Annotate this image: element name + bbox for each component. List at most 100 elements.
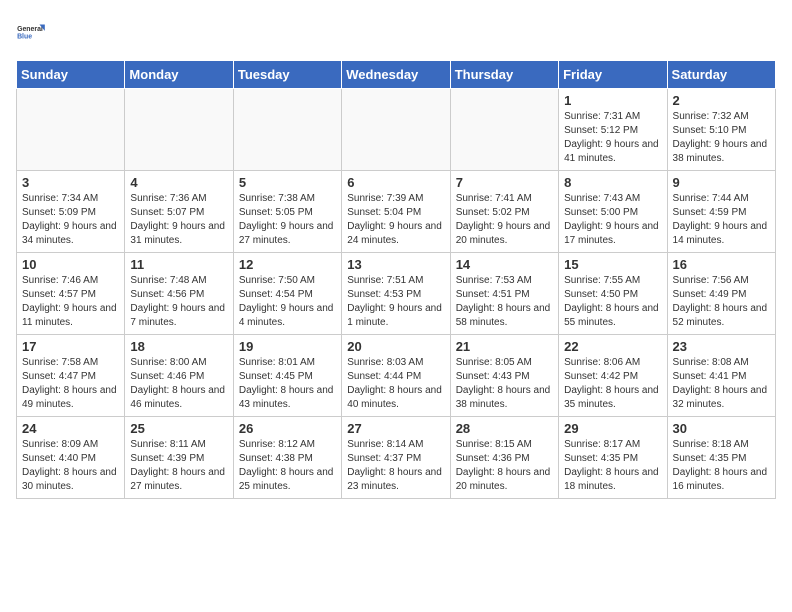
day-info: Sunrise: 7:44 AM Sunset: 4:59 PM Dayligh… bbox=[673, 192, 770, 248]
calendar-cell: 28 Sunrise: 8:15 AM Sunset: 4:36 PM Dayli… bbox=[450, 417, 558, 499]
logo-icon: GeneralBlue bbox=[16, 16, 48, 48]
day-info: Sunrise: 7:53 AM Sunset: 4:51 PM Dayligh… bbox=[456, 274, 553, 330]
day-info: Sunrise: 7:36 AM Sunset: 5:07 PM Dayligh… bbox=[130, 192, 227, 248]
day-number: 28 bbox=[456, 421, 553, 436]
day-info: Sunrise: 7:55 AM Sunset: 4:50 PM Dayligh… bbox=[564, 274, 661, 330]
calendar-cell: 12 Sunrise: 7:50 AM Sunset: 4:54 PM Dayli… bbox=[233, 253, 341, 335]
day-number: 30 bbox=[673, 421, 770, 436]
day-info: Sunrise: 8:15 AM Sunset: 4:36 PM Dayligh… bbox=[456, 438, 553, 494]
day-number: 27 bbox=[347, 421, 444, 436]
day-info: Sunrise: 8:17 AM Sunset: 4:35 PM Dayligh… bbox=[564, 438, 661, 494]
weekday-header-tuesday: Tuesday bbox=[233, 61, 341, 89]
calendar-week-2: 3 Sunrise: 7:34 AM Sunset: 5:09 PM Daylig… bbox=[17, 171, 776, 253]
day-info: Sunrise: 8:08 AM Sunset: 4:41 PM Dayligh… bbox=[673, 356, 770, 412]
calendar-cell: 21Sunrise: 8:05 AM Sunset: 4:43 PM Dayli… bbox=[450, 335, 558, 417]
day-number: 11 bbox=[130, 257, 227, 272]
day-number: 15 bbox=[564, 257, 661, 272]
day-info: Sunrise: 8:11 AM Sunset: 4:39 PM Dayligh… bbox=[130, 438, 227, 494]
calendar-cell: 25 Sunrise: 8:11 AM Sunset: 4:39 PM Dayli… bbox=[125, 417, 233, 499]
calendar-cell: 2 Sunrise: 7:32 AM Sunset: 5:10 PM Daylig… bbox=[667, 89, 775, 171]
weekday-header-wednesday: Wednesday bbox=[342, 61, 450, 89]
calendar-cell: 11 Sunrise: 7:48 AM Sunset: 4:56 PM Dayli… bbox=[125, 253, 233, 335]
calendar-week-5: 24 Sunrise: 8:09 AM Sunset: 4:40 PM Dayli… bbox=[17, 417, 776, 499]
calendar-cell: 6 Sunrise: 7:39 AM Sunset: 5:04 PM Daylig… bbox=[342, 171, 450, 253]
calendar-cell: 23Sunrise: 8:08 AM Sunset: 4:41 PM Dayli… bbox=[667, 335, 775, 417]
calendar-cell: 16 Sunrise: 7:56 AM Sunset: 4:49 PM Dayli… bbox=[667, 253, 775, 335]
day-info: Sunrise: 7:39 AM Sunset: 5:04 PM Dayligh… bbox=[347, 192, 444, 248]
calendar-cell bbox=[450, 89, 558, 171]
day-number: 3 bbox=[22, 175, 119, 190]
day-number: 4 bbox=[130, 175, 227, 190]
header: GeneralBlue bbox=[16, 16, 776, 48]
calendar-cell bbox=[125, 89, 233, 171]
calendar-cell: 26 Sunrise: 8:12 AM Sunset: 4:38 PM Dayli… bbox=[233, 417, 341, 499]
svg-text:General: General bbox=[17, 26, 43, 33]
calendar-cell: 22 Sunrise: 8:06 AM Sunset: 4:42 PM Dayli… bbox=[559, 335, 667, 417]
day-number: 19 bbox=[239, 339, 336, 354]
calendar-cell: 9Sunrise: 7:44 AM Sunset: 4:59 PM Daylig… bbox=[667, 171, 775, 253]
day-info: Sunrise: 7:43 AM Sunset: 5:00 PM Dayligh… bbox=[564, 192, 661, 248]
day-number: 7 bbox=[456, 175, 553, 190]
day-info: Sunrise: 7:32 AM Sunset: 5:10 PM Dayligh… bbox=[673, 110, 770, 166]
day-number: 17 bbox=[22, 339, 119, 354]
calendar-cell: 5 Sunrise: 7:38 AM Sunset: 5:05 PM Daylig… bbox=[233, 171, 341, 253]
calendar-cell: 29 Sunrise: 8:17 AM Sunset: 4:35 PM Dayli… bbox=[559, 417, 667, 499]
weekday-header-saturday: Saturday bbox=[667, 61, 775, 89]
day-info: Sunrise: 8:09 AM Sunset: 4:40 PM Dayligh… bbox=[22, 438, 119, 494]
day-info: Sunrise: 7:31 AM Sunset: 5:12 PM Dayligh… bbox=[564, 110, 661, 166]
calendar-cell: 18Sunrise: 8:00 AM Sunset: 4:46 PM Dayli… bbox=[125, 335, 233, 417]
day-info: Sunrise: 8:12 AM Sunset: 4:38 PM Dayligh… bbox=[239, 438, 336, 494]
day-info: Sunrise: 7:58 AM Sunset: 4:47 PM Dayligh… bbox=[22, 356, 119, 412]
calendar-cell: 3 Sunrise: 7:34 AM Sunset: 5:09 PM Daylig… bbox=[17, 171, 125, 253]
day-number: 20 bbox=[347, 339, 444, 354]
calendar-cell: 19 Sunrise: 8:01 AM Sunset: 4:45 PM Dayli… bbox=[233, 335, 341, 417]
day-info: Sunrise: 8:03 AM Sunset: 4:44 PM Dayligh… bbox=[347, 356, 444, 412]
calendar-cell: 10Sunrise: 7:46 AM Sunset: 4:57 PM Dayli… bbox=[17, 253, 125, 335]
day-info: Sunrise: 7:50 AM Sunset: 4:54 PM Dayligh… bbox=[239, 274, 336, 330]
day-number: 25 bbox=[130, 421, 227, 436]
weekday-header-sunday: Sunday bbox=[17, 61, 125, 89]
day-info: Sunrise: 8:14 AM Sunset: 4:37 PM Dayligh… bbox=[347, 438, 444, 494]
day-number: 2 bbox=[673, 93, 770, 108]
weekday-header-monday: Monday bbox=[125, 61, 233, 89]
day-number: 22 bbox=[564, 339, 661, 354]
day-number: 5 bbox=[239, 175, 336, 190]
day-info: Sunrise: 7:48 AM Sunset: 4:56 PM Dayligh… bbox=[130, 274, 227, 330]
day-info: Sunrise: 7:34 AM Sunset: 5:09 PM Dayligh… bbox=[22, 192, 119, 248]
calendar-week-3: 10Sunrise: 7:46 AM Sunset: 4:57 PM Dayli… bbox=[17, 253, 776, 335]
day-info: Sunrise: 7:41 AM Sunset: 5:02 PM Dayligh… bbox=[456, 192, 553, 248]
calendar-cell: 27 Sunrise: 8:14 AM Sunset: 4:37 PM Dayli… bbox=[342, 417, 450, 499]
day-number: 29 bbox=[564, 421, 661, 436]
day-number: 26 bbox=[239, 421, 336, 436]
day-number: 6 bbox=[347, 175, 444, 190]
day-info: Sunrise: 7:51 AM Sunset: 4:53 PM Dayligh… bbox=[347, 274, 444, 330]
day-info: Sunrise: 7:38 AM Sunset: 5:05 PM Dayligh… bbox=[239, 192, 336, 248]
calendar-cell bbox=[17, 89, 125, 171]
day-number: 12 bbox=[239, 257, 336, 272]
calendar-cell: 4 Sunrise: 7:36 AM Sunset: 5:07 PM Daylig… bbox=[125, 171, 233, 253]
day-number: 21 bbox=[456, 339, 553, 354]
logo: GeneralBlue bbox=[16, 16, 48, 48]
day-number: 13 bbox=[347, 257, 444, 272]
day-info: Sunrise: 8:06 AM Sunset: 4:42 PM Dayligh… bbox=[564, 356, 661, 412]
calendar-cell: 20 Sunrise: 8:03 AM Sunset: 4:44 PM Dayli… bbox=[342, 335, 450, 417]
calendar-cell: 7 Sunrise: 7:41 AM Sunset: 5:02 PM Daylig… bbox=[450, 171, 558, 253]
day-number: 24 bbox=[22, 421, 119, 436]
day-info: Sunrise: 7:56 AM Sunset: 4:49 PM Dayligh… bbox=[673, 274, 770, 330]
calendar-cell: 13 Sunrise: 7:51 AM Sunset: 4:53 PM Dayli… bbox=[342, 253, 450, 335]
day-number: 16 bbox=[673, 257, 770, 272]
calendar-cell: 14 Sunrise: 7:53 AM Sunset: 4:51 PM Dayli… bbox=[450, 253, 558, 335]
calendar-cell bbox=[342, 89, 450, 171]
weekday-header-thursday: Thursday bbox=[450, 61, 558, 89]
calendar-cell: 17 Sunrise: 7:58 AM Sunset: 4:47 PM Dayli… bbox=[17, 335, 125, 417]
calendar-cell: 30 Sunrise: 8:18 AM Sunset: 4:35 PM Dayli… bbox=[667, 417, 775, 499]
day-info: Sunrise: 8:18 AM Sunset: 4:35 PM Dayligh… bbox=[673, 438, 770, 494]
calendar-week-1: 1 Sunrise: 7:31 AM Sunset: 5:12 PM Daylig… bbox=[17, 89, 776, 171]
day-number: 1 bbox=[564, 93, 661, 108]
day-info: Sunrise: 8:01 AM Sunset: 4:45 PM Dayligh… bbox=[239, 356, 336, 412]
day-info: Sunrise: 7:46 AM Sunset: 4:57 PM Dayligh… bbox=[22, 274, 119, 330]
day-number: 14 bbox=[456, 257, 553, 272]
calendar-cell: 24 Sunrise: 8:09 AM Sunset: 4:40 PM Dayli… bbox=[17, 417, 125, 499]
weekday-header-friday: Friday bbox=[559, 61, 667, 89]
calendar-cell: 15 Sunrise: 7:55 AM Sunset: 4:50 PM Dayli… bbox=[559, 253, 667, 335]
